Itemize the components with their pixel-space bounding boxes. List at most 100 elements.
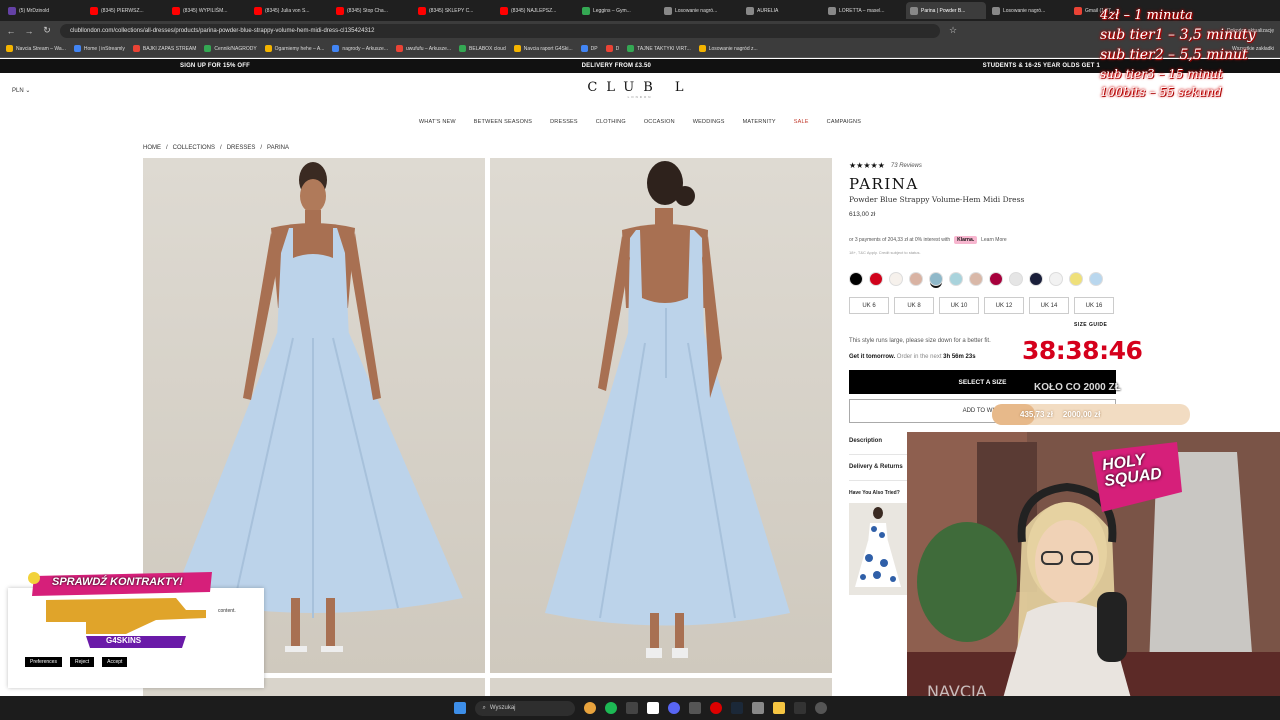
- nav-item-maternity[interactable]: MATERNITY: [743, 119, 776, 125]
- browser-tab[interactable]: (8345) Julia von S...: [250, 2, 330, 19]
- color-swatch[interactable]: [949, 272, 963, 286]
- accordion-also-tried[interactable]: Have You Also Tried?: [849, 490, 900, 496]
- color-swatch[interactable]: [1069, 272, 1083, 286]
- bookmark-favicon-icon: [396, 45, 404, 52]
- nav-item-weddings[interactable]: WEDDINGS: [693, 119, 725, 125]
- bookmark-item[interactable]: Navcia Stream – Wa...: [6, 45, 66, 52]
- folder-icon[interactable]: [772, 702, 785, 714]
- bookmark-item[interactable]: Ogarniemy hehe – A...: [264, 45, 324, 52]
- chrome-icon[interactable]: [583, 702, 596, 714]
- windows-start-icon[interactable]: [453, 702, 466, 714]
- tab-label: LORETTA – masel...: [839, 7, 885, 14]
- mail-icon[interactable]: [751, 702, 764, 714]
- settings-icon[interactable]: [688, 702, 701, 714]
- breadcrumb-item[interactable]: HOME: [143, 145, 161, 151]
- steam-icon[interactable]: [730, 702, 743, 714]
- browser-tab[interactable]: Losowanie nagró...: [988, 2, 1068, 19]
- nav-item-sale[interactable]: SALE: [794, 119, 809, 125]
- browser-tab[interactable]: (8345) WYPILIŚM...: [168, 2, 248, 19]
- cookie-preferences-button[interactable]: Preferences: [24, 656, 63, 668]
- color-swatch[interactable]: [869, 272, 883, 286]
- back-icon[interactable]: ←: [6, 26, 16, 36]
- bookmark-item[interactable]: BAJKI ZAPAS STREAM: [132, 45, 196, 52]
- color-swatch[interactable]: [1089, 272, 1103, 286]
- bookmark-item[interactable]: Losowanie nagród z...: [698, 45, 758, 52]
- browser-tab[interactable]: (5) MrDzinold: [4, 2, 84, 19]
- size-option[interactable]: UK 16: [1074, 297, 1114, 314]
- color-swatch[interactable]: [969, 272, 983, 286]
- accordion-delivery[interactable]: Delivery & Returns: [849, 464, 903, 470]
- bookmark-favicon-icon: [264, 45, 272, 52]
- reload-icon[interactable]: ↻: [42, 25, 52, 36]
- bookmark-favicon-icon: [204, 45, 212, 52]
- browser-tab[interactable]: (8345) SKLEPY C...: [414, 2, 494, 19]
- color-swatch[interactable]: [1009, 272, 1023, 286]
- color-swatch[interactable]: [929, 272, 943, 286]
- bookmark-item[interactable]: Navcia raport G4Ski...: [513, 45, 573, 52]
- color-swatch[interactable]: [909, 272, 923, 286]
- color-swatch[interactable]: [889, 272, 903, 286]
- size-option[interactable]: UK 6: [849, 297, 889, 314]
- browser-tab[interactable]: Leggins – Gym...: [578, 2, 658, 19]
- breadcrumb-item[interactable]: COLLECTIONS: [173, 145, 215, 151]
- spotify-icon[interactable]: [604, 702, 617, 714]
- learn-more-link[interactable]: Learn More: [981, 237, 1007, 243]
- color-swatch[interactable]: [849, 272, 863, 286]
- browser-tab[interactable]: Parina | Powder B...: [906, 2, 986, 19]
- color-swatch[interactable]: [1049, 272, 1063, 286]
- also-tried-thumbnail[interactable]: [849, 503, 907, 595]
- breadcrumb-item[interactable]: DRESSES: [227, 145, 256, 151]
- promo-signup-link[interactable]: SIGN UP FOR 15% OFF: [180, 63, 250, 69]
- nav-item-campaigns[interactable]: CAMPAIGNS: [827, 119, 861, 125]
- size-guide-link[interactable]: SIZE GUIDE: [1074, 322, 1107, 328]
- nav-item-clothing[interactable]: CLOTHING: [596, 119, 626, 125]
- product-photo-back[interactable]: [490, 158, 832, 673]
- size-option[interactable]: UK 10: [939, 297, 979, 314]
- browser-tab[interactable]: LORETTA – masel...: [824, 2, 904, 19]
- taskbar-search[interactable]: ⌕ Wyszukaj: [474, 700, 575, 716]
- tab-label: (8345) WYPILIŚM...: [183, 7, 228, 14]
- browser-tab[interactable]: (8345) NAJLEPSZ...: [496, 2, 576, 19]
- nav-item-occasion[interactable]: OCCASION: [644, 119, 675, 125]
- size-option[interactable]: UK 14: [1029, 297, 1069, 314]
- bookmark-item[interactable]: BELABOX cloud: [459, 45, 506, 52]
- promo-students-link[interactable]: STUDENTS & 16-25 YEAR OLDS GET 1: [983, 63, 1100, 69]
- bookmark-item[interactable]: TAJNE TAKTYKI VIRT...: [627, 45, 691, 52]
- bookmark-star-icon[interactable]: ☆: [948, 25, 958, 36]
- cookie-reject-button[interactable]: Reject: [68, 656, 96, 668]
- app-icon[interactable]: [625, 702, 638, 714]
- cookie-accept-button[interactable]: Accept: [101, 656, 129, 668]
- obs-icon[interactable]: [646, 702, 659, 714]
- bookmark-item[interactable]: Home | inStreamly: [73, 45, 125, 52]
- opera-icon[interactable]: [709, 702, 722, 714]
- bookmark-item[interactable]: DP: [580, 45, 598, 52]
- promo-bar: SIGN UP FOR 15% OFF DELIVERY FROM £3.50 …: [0, 59, 1280, 73]
- bookmarks-bar: Navcia Stream – Wa... Home | inStreamly BA…: [0, 40, 1280, 58]
- browser-tab[interactable]: AURELIA: [742, 2, 822, 19]
- rating-stars[interactable]: ★★★★★ 73 Reviews: [849, 161, 922, 170]
- tab-label: (8345) Stop Cha...: [347, 7, 388, 14]
- nav-item-dresses[interactable]: DRESSES: [550, 119, 578, 125]
- accordion-description[interactable]: Description: [849, 438, 882, 444]
- terminal-icon[interactable]: [793, 702, 806, 714]
- bookmark-item[interactable]: D: [605, 45, 619, 52]
- browser-tab[interactable]: (8345) Stop Cha...: [332, 2, 412, 19]
- app-icon[interactable]: [814, 702, 827, 714]
- site-logo[interactable]: CLUB L: [0, 80, 1280, 95]
- forward-icon[interactable]: →: [24, 26, 34, 36]
- bookmark-item[interactable]: uwufufu – Arkusze...: [396, 45, 451, 52]
- bookmark-item[interactable]: Cennik/NAGRODY: [204, 45, 257, 52]
- breadcrumb-item[interactable]: PARINA: [267, 145, 289, 151]
- size-option[interactable]: UK 12: [984, 297, 1024, 314]
- nav-item-what-s-new[interactable]: WHAT'S NEW: [419, 119, 456, 125]
- bookmark-item[interactable]: nagrody – Arkusze...: [332, 45, 388, 52]
- size-option[interactable]: UK 8: [894, 297, 934, 314]
- nav-item-between-seasons[interactable]: BETWEEN SEASONS: [474, 119, 532, 125]
- color-swatch[interactable]: [989, 272, 1003, 286]
- browser-tab[interactable]: (8345) PIERWSZ...: [86, 2, 166, 19]
- browser-tab[interactable]: Losowanie nagró...: [660, 2, 740, 19]
- reviews-link[interactable]: 73 Reviews: [891, 163, 922, 169]
- color-swatch[interactable]: [1029, 272, 1043, 286]
- discord-icon[interactable]: [667, 702, 680, 714]
- url-field[interactable]: clubllondon.com/collections/all-dresses/…: [60, 23, 940, 38]
